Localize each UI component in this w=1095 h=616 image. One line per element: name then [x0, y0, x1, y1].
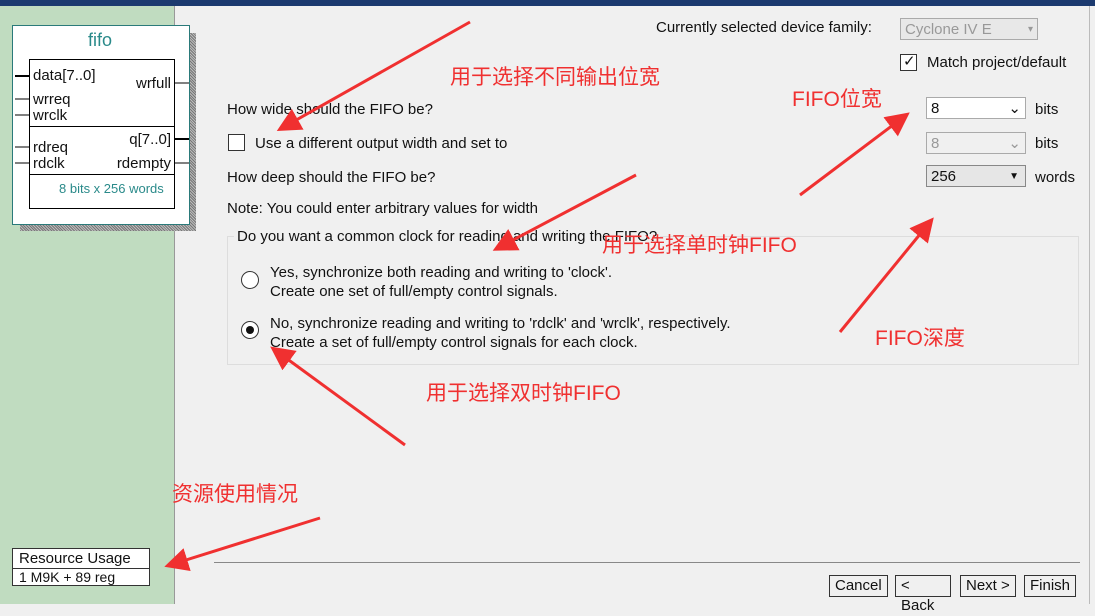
annotation-output-width: 用于选择不同输出位宽	[450, 66, 660, 89]
arrow-dual-clock	[270, 346, 406, 447]
annotation-resource: 资源使用情况	[172, 483, 298, 506]
annotation-fifo-width: FIFO位宽	[792, 88, 882, 111]
arrow-resource	[164, 516, 321, 572]
arrow-fifo-depth	[838, 217, 934, 333]
annotation-fifo-depth: FIFO深度	[875, 327, 965, 350]
annotation-dual-clock: 用于选择双时钟FIFO	[426, 382, 621, 405]
arrow-output-width	[276, 20, 471, 131]
arrow-fifo-width	[799, 112, 910, 197]
annotation-single-clock: 用于选择单时钟FIFO	[602, 234, 797, 257]
